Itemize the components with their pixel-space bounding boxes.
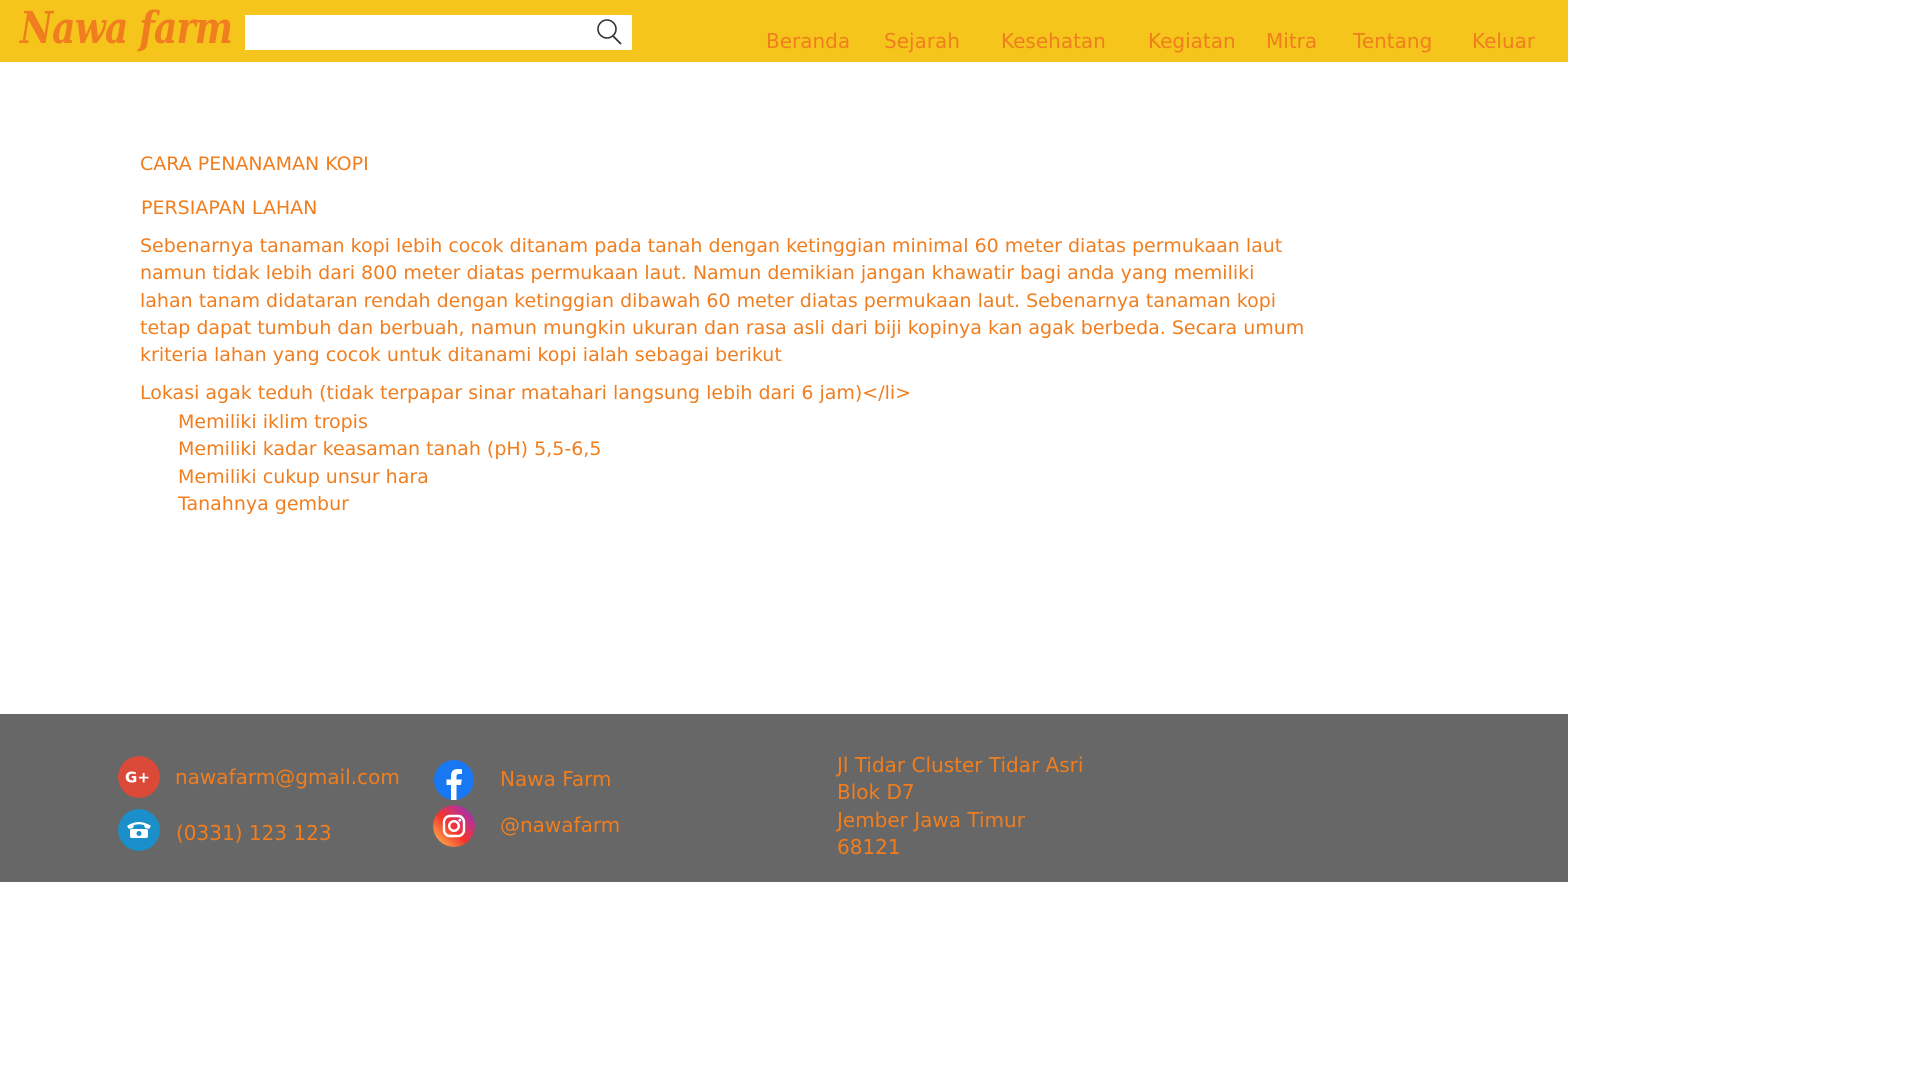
header: Nawa farm Beranda Sejarah Kesehatan Kegi… [0, 0, 1568, 62]
list-item: Memiliki kadar keasaman tanah (pH) 5,5-6… [178, 438, 602, 461]
section-title: PERSIAPAN LAHAN [141, 197, 318, 219]
instagram-icon[interactable] [433, 805, 475, 847]
search-icon[interactable] [594, 18, 624, 48]
instagram-link[interactable]: @nawafarm [500, 812, 620, 838]
list-item: Memiliki iklim tropis [178, 411, 368, 433]
google-plus-icon[interactable]: G+ [118, 756, 160, 798]
page-title: CARA PENANAMAN KOPI [140, 153, 369, 175]
list-item: Memiliki cukup unsur hara [178, 465, 429, 488]
nav-keluar[interactable]: Keluar [1472, 26, 1535, 56]
phone-number[interactable]: (0331) 123 123 [176, 820, 332, 846]
address-line: Jember Jawa Timur [837, 807, 1025, 832]
criteria-lead: Lokasi agak teduh (tidak terpapar sinar … [140, 382, 912, 404]
logo[interactable]: Nawa farm [20, 0, 233, 62]
phone-icon[interactable] [118, 809, 160, 851]
address-line: Jl Tidar Cluster Tidar Asri [837, 753, 1084, 777]
address-line: Blok D7 [837, 780, 915, 805]
nav-sejarah[interactable]: Sejarah [884, 26, 960, 56]
intro-paragraph: Sebenarnya tanaman kopi lebih cocok dita… [140, 235, 1305, 367]
svg-text:G+: G+ [125, 769, 150, 787]
nav-beranda[interactable]: Beranda [766, 26, 850, 56]
nav-mitra[interactable]: Mitra [1266, 26, 1317, 56]
footer: G+ nawafarm@gmail.com (0331) 123 123 Naw… [0, 714, 1568, 882]
nav-kesehatan[interactable]: Kesehatan [1001, 26, 1106, 56]
nav-kegiatan[interactable]: Kegiatan [1148, 26, 1236, 56]
search-input[interactable] [245, 15, 585, 50]
list-item: Tanahnya gembur [178, 492, 349, 515]
criteria-list: Memiliki iklim tropis Memiliki kadar kea… [178, 409, 601, 518]
search-box [245, 15, 632, 50]
address-line: 68121 [837, 834, 901, 859]
nav-tentang[interactable]: Tentang [1353, 26, 1432, 56]
address: Jl Tidar Cluster Tidar Asri Blok D7 Jemb… [837, 752, 1083, 861]
facebook-icon[interactable] [433, 759, 475, 801]
facebook-link[interactable]: Nawa Farm [500, 766, 611, 792]
email-link[interactable]: nawafarm@gmail.com [175, 764, 400, 790]
